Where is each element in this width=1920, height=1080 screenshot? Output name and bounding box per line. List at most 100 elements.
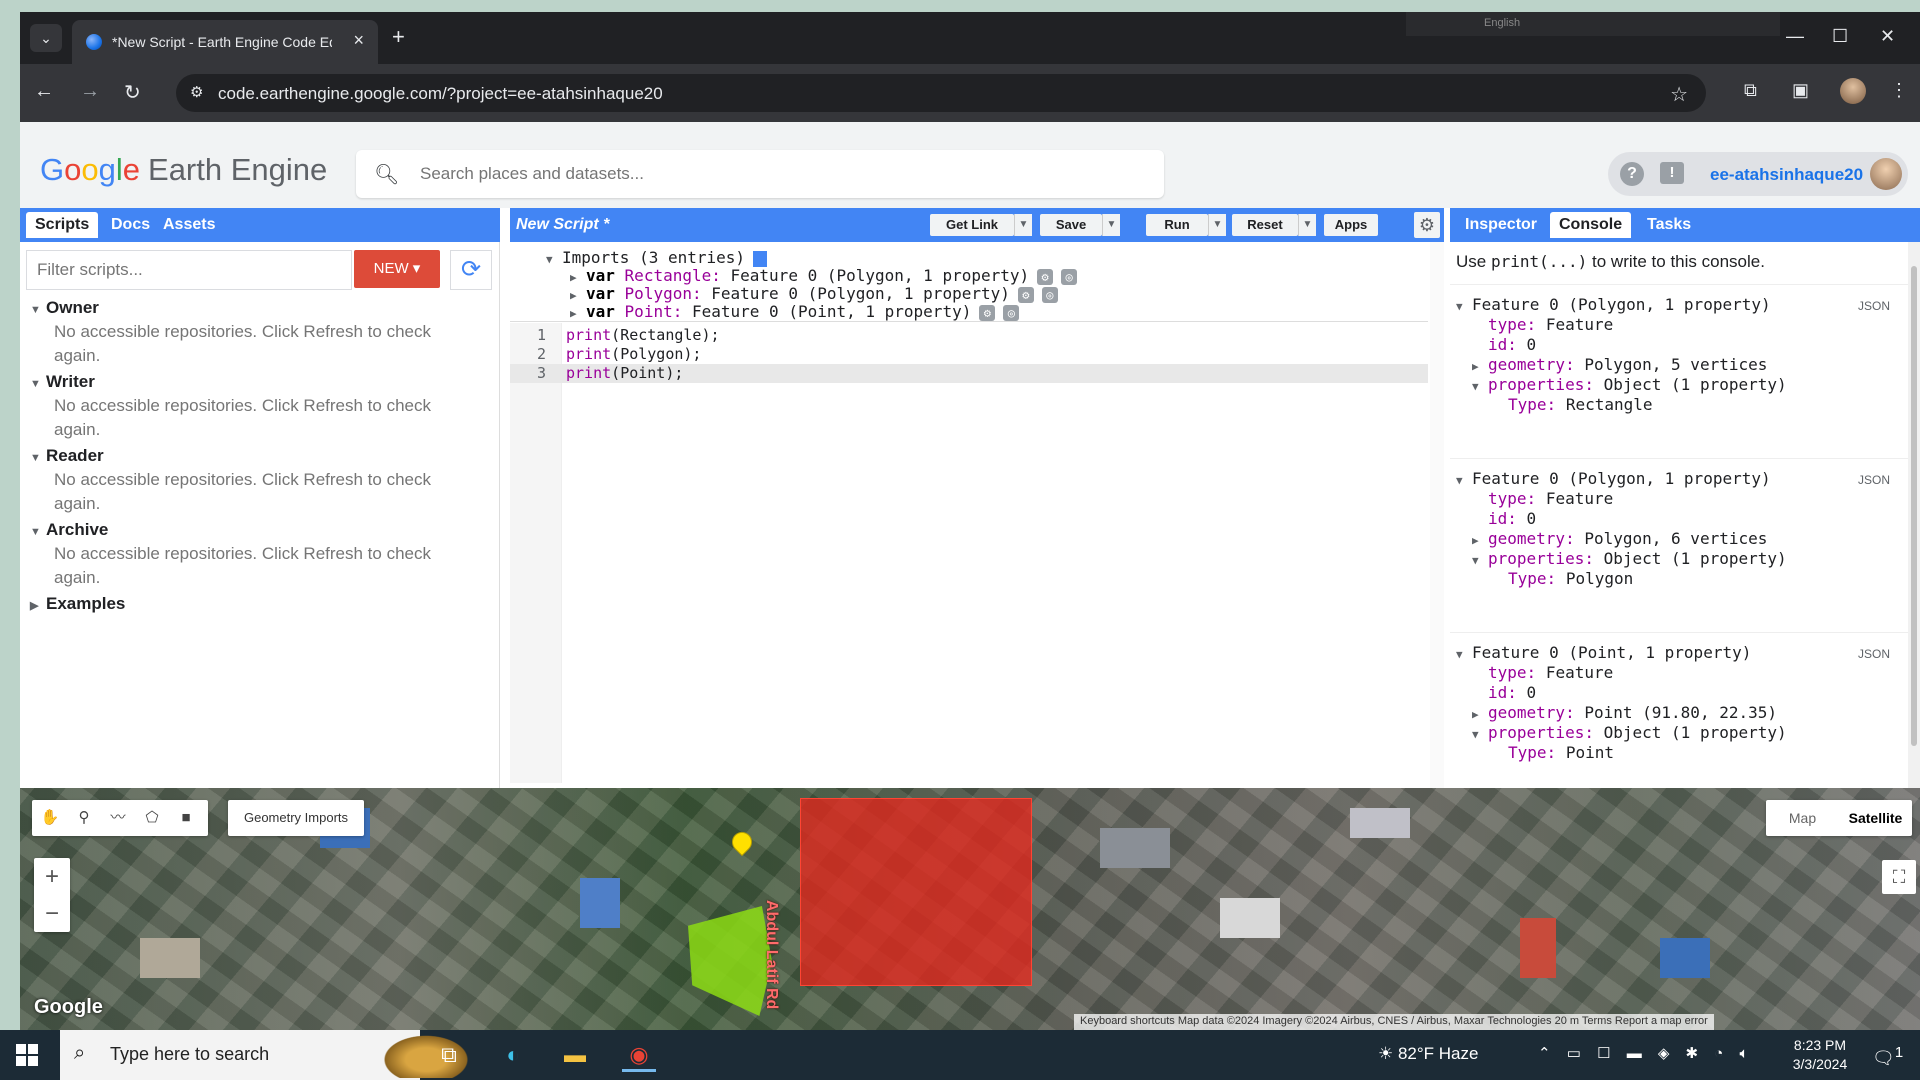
tab-docs[interactable]: Docs (102, 212, 159, 238)
map-attribution[interactable]: Keyboard shortcuts Map data ©2024 Imager… (1074, 1014, 1714, 1030)
imports-header[interactable]: ▼ Imports (3 entries) (546, 248, 768, 267)
json-button[interactable]: JSON (1858, 473, 1890, 487)
draw-shape-icon[interactable]: ⬠ (140, 806, 164, 830)
run-button[interactable]: Run (1146, 214, 1208, 236)
tab-search-chevron-icon[interactable]: ⌄ (30, 24, 62, 52)
reload-icon[interactable]: ↻ (124, 80, 141, 105)
weather-widget[interactable]: ☀ 82°F Haze (1378, 1044, 1478, 1064)
new-tab-button[interactable]: + (392, 24, 405, 50)
refresh-icon[interactable]: ⟳ (450, 250, 492, 290)
caret-down-icon[interactable]: ▼ (30, 446, 46, 470)
caret-right-icon[interactable]: ▶ (1472, 534, 1488, 547)
tree-group-archive[interactable]: ▼ Archive No accessible repositories. Cli… (30, 518, 490, 590)
geometry-target-icon[interactable]: ◎ (1003, 304, 1020, 321)
tab-console[interactable]: Console (1550, 212, 1632, 238)
minimize-button[interactable]: — (1786, 26, 1804, 47)
back-icon[interactable]: ← (34, 80, 54, 103)
editor-scrollbar[interactable] (1430, 242, 1444, 788)
geometry-imports-button[interactable]: Geometry Imports (228, 800, 364, 836)
scroll-thumb[interactable] (1911, 266, 1917, 746)
url-bar[interactable]: ⚙ code.earthengine.google.com/?project=e… (176, 74, 1706, 112)
tree-group-title[interactable]: Examples (46, 594, 125, 613)
save-dropdown-icon[interactable]: ▼ (1102, 214, 1120, 236)
project-name[interactable]: ee-atahsinhaque20 (1710, 165, 1863, 185)
geometry-target-icon[interactable]: ◎ (1041, 286, 1058, 303)
prop-properties[interactable]: ▼ properties: Object (1 property) (1472, 549, 1787, 568)
caret-down-icon[interactable]: ▼ (1472, 554, 1488, 567)
taskbar-search[interactable]: ⌕ Type here to search (60, 1030, 474, 1080)
code-line[interactable]: 1 print(Rectangle); (510, 326, 1428, 345)
edge-icon[interactable]: ◐ (496, 1038, 530, 1072)
console-entry[interactable]: ▼ Feature 0 (Point, 1 property) JSON type… (1450, 632, 1910, 788)
get-link-dropdown-icon[interactable]: ▼ (1014, 214, 1032, 236)
prop-geometry[interactable]: ▶ geometry: Point (91.80, 22.35) (1472, 703, 1777, 722)
caret-right-icon[interactable]: ▶ (1472, 360, 1488, 373)
map-view[interactable]: Abdul Latif Rd ✋ ⚲ 〰 ⬠ ■ Geometry Import… (20, 788, 1920, 1030)
close-window-button[interactable]: ✕ (1880, 26, 1895, 47)
tree-group-title[interactable]: Reader (46, 446, 104, 465)
new-button[interactable]: NEW ▾ (354, 250, 440, 288)
prop-properties[interactable]: ▼ properties: Object (1 property) (1472, 723, 1787, 742)
caret-down-icon[interactable]: ▼ (1472, 380, 1488, 393)
caret-down-icon[interactable]: ▼ (1456, 474, 1472, 487)
search-input[interactable] (420, 164, 1120, 184)
entry-header[interactable]: ▼ Feature 0 (Polygon, 1 property) (1456, 295, 1771, 314)
notification-icon[interactable]: 🗨︎1 (1872, 1044, 1903, 1069)
tree-group-examples[interactable]: ▶ Examples (30, 592, 490, 616)
entry-header[interactable]: ▼ Feature 0 (Polygon, 1 property) (1456, 469, 1771, 488)
caret-right-icon[interactable]: ▶ (570, 307, 586, 320)
script-title[interactable]: New Script * (516, 216, 609, 234)
geometry-target-icon[interactable]: ◎ (1061, 268, 1078, 285)
import-row[interactable]: ▶ var Rectangle: Feature 0 (Polygon, 1 pr… (570, 266, 1078, 285)
prop-geometry[interactable]: ▶ geometry: Polygon, 5 vertices (1472, 355, 1767, 374)
geometry-edit-icon[interactable]: ⚙ (1017, 286, 1034, 303)
windows-start-icon[interactable] (16, 1044, 38, 1066)
tree-group-title[interactable]: Archive (46, 520, 108, 539)
console-entry[interactable]: ▼ Feature 0 (Polygon, 1 property) JSON ty… (1450, 458, 1910, 630)
chrome-menu-icon[interactable]: ⋮ (1890, 80, 1908, 101)
caret-down-icon[interactable]: ▼ (1456, 648, 1472, 661)
caret-down-icon[interactable]: ▼ (30, 520, 46, 544)
zoom-in-button[interactable]: + (34, 858, 70, 895)
import-row[interactable]: ▶ var Polygon: Feature 0 (Polygon, 1 prop… (570, 284, 1058, 303)
side-panel-icon[interactable]: ▣ (1792, 80, 1809, 101)
forward-icon[interactable]: → (80, 80, 100, 103)
import-row[interactable]: ▶ var Point: Feature 0 (Point, 1 property… (570, 302, 1020, 321)
tree-group-title[interactable]: Writer (46, 372, 95, 391)
browser-tab[interactable]: *New Script - Earth Engine Code Editor × (72, 20, 378, 64)
task-view-icon[interactable]: ⧉ (432, 1038, 466, 1072)
maximize-button[interactable]: ☐ (1832, 26, 1848, 47)
rectangle-geometry[interactable] (800, 798, 1032, 986)
imports-doc-icon[interactable] (753, 250, 768, 267)
profile-avatar[interactable] (1840, 78, 1866, 104)
zoom-out-button[interactable]: − (34, 895, 70, 932)
save-button[interactable]: Save (1040, 214, 1102, 236)
bookmark-star-icon[interactable]: ☆ (1670, 82, 1688, 107)
caret-right-icon[interactable]: ▶ (570, 289, 586, 302)
map-type-satellite[interactable]: Satellite (1839, 800, 1912, 836)
polygon-geometry[interactable] (688, 906, 772, 1016)
system-tray[interactable]: ⌃ ▭ ☐ ▬ ◈ ✱ ◔ 🔈︎ (1538, 1044, 1755, 1062)
caret-down-icon[interactable]: ▼ (546, 253, 562, 266)
console-entry[interactable]: ▼ Feature 0 (Polygon, 1 property) JSON ty… (1450, 284, 1910, 456)
get-link-button[interactable]: Get Link (930, 214, 1014, 236)
tab-close-icon[interactable]: × (353, 30, 364, 51)
tab-scripts[interactable]: Scripts (26, 212, 99, 238)
tree-group-reader[interactable]: ▼ Reader No accessible repositories. Clic… (30, 444, 490, 516)
file-explorer-icon[interactable]: ▬ (558, 1038, 592, 1072)
code-area[interactable]: 1 print(Rectangle); 2 print(Polygon); 3 pri… (510, 326, 1428, 383)
point-marker-icon[interactable] (727, 827, 757, 857)
user-avatar[interactable] (1870, 158, 1902, 190)
clock[interactable]: 8:23 PM 3/3/2024 (1780, 1036, 1860, 1074)
caret-down-icon[interactable]: ▼ (30, 298, 46, 322)
json-button[interactable]: JSON (1858, 647, 1890, 661)
caret-right-icon[interactable]: ▶ (1472, 708, 1488, 721)
settings-gear-icon[interactable]: ⚙ (1414, 212, 1440, 238)
reset-dropdown-icon[interactable]: ▼ (1298, 214, 1316, 236)
caret-right-icon[interactable]: ▶ (30, 594, 46, 618)
chrome-icon[interactable]: ◉ (622, 1038, 656, 1072)
json-button[interactable]: JSON (1858, 299, 1890, 313)
extensions-icon[interactable]: ⧉ (1744, 80, 1757, 101)
caret-right-icon[interactable]: ▶ (570, 271, 586, 284)
code-line[interactable]: 3 print(Point); (510, 364, 1428, 383)
